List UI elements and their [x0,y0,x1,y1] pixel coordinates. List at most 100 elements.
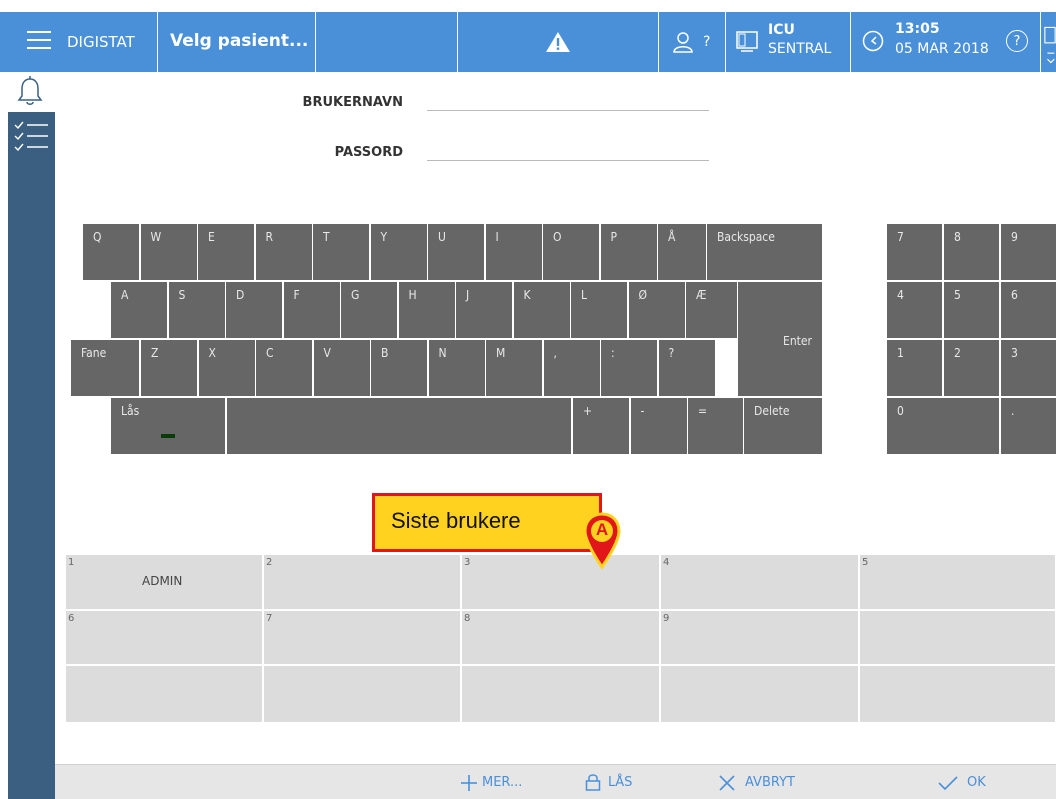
username-underline [427,110,709,111]
check-icon [938,776,958,791]
key-f[interactable]: F [282,281,341,339]
key-a[interactable]: A [110,281,168,339]
recent-user-cell[interactable] [65,665,263,723]
cell-number: 6 [68,613,75,624]
delete-key[interactable]: Delete [743,397,823,455]
cell-username: ADMIN [142,574,183,588]
key-h[interactable]: H [397,281,456,339]
backspace-key[interactable]: Backspace [706,223,823,281]
cell-number: 2 [266,557,273,568]
recent-user-cell[interactable]: 4 [660,554,859,610]
recent-user-cell[interactable] [859,610,1056,665]
recent-user-cell[interactable]: 8 [461,610,660,665]
numpad-key-0[interactable]: 0 [886,397,1000,455]
key-symbol[interactable]: : [600,339,658,397]
key-e[interactable]: E [197,223,255,281]
key-r[interactable]: R [254,223,313,281]
numpad-key-6[interactable]: 6 [1000,281,1056,339]
key-label: 6 [1011,288,1018,302]
plus-icon [461,775,477,791]
password-field[interactable] [427,136,709,160]
key-c[interactable]: C [255,339,313,397]
key-label: K [523,288,531,302]
recent-user-cell[interactable]: 9 [660,610,859,665]
space-key[interactable] [226,397,572,455]
key-label: 3 [1011,346,1018,360]
key-label: 4 [897,288,904,302]
cell-number: 4 [663,557,670,568]
key-i[interactable]: I [484,223,543,281]
key-symbol-0[interactable]: + [572,397,630,455]
key-n[interactable]: N [427,339,486,397]
close-icon [719,775,735,791]
recent-user-cell[interactable] [859,665,1056,723]
recent-user-cell[interactable] [660,665,859,723]
key-symbol[interactable]: ? [657,339,716,397]
key-b[interactable]: B [370,339,428,397]
key-label: M [496,346,506,360]
numpad-key-5[interactable]: 5 [943,281,1000,339]
key-p[interactable]: P [599,223,658,281]
help-button[interactable]: ? [1006,30,1028,52]
recent-user-cell[interactable]: 1 ADMIN [65,554,263,610]
key-symbol-2[interactable]: = [687,397,745,455]
key-q[interactable]: Q [82,223,140,281]
key-t[interactable]: T [312,223,370,281]
key-d[interactable]: D [225,281,283,339]
enter-key[interactable]: Enter [737,281,823,397]
numpad-key-dot[interactable]: . [1000,397,1056,455]
key-label: B [381,346,389,360]
key-label: V [323,346,331,360]
key-label: S [178,288,186,302]
numpad-key-2[interactable]: 2 [943,339,1000,397]
key-s[interactable]: S [167,281,226,339]
lock-key[interactable]: Lås [110,397,226,455]
key-u[interactable]: U [427,223,485,281]
key-ø[interactable]: Ø [627,281,686,339]
key-label: . [1011,404,1015,418]
lock-icon [585,774,601,791]
numpad-key-9[interactable]: 9 [1000,223,1056,281]
key-y[interactable]: Y [369,223,428,281]
key-label: T [323,230,330,244]
key-z[interactable]: Z [140,339,198,397]
recent-user-cell[interactable] [263,665,461,723]
recent-user-cell[interactable]: 7 [263,610,461,665]
cell-number: 9 [663,613,670,624]
key-symbol[interactable]: , [542,339,601,397]
recent-user-cell[interactable] [461,665,660,723]
key-v[interactable]: V [312,339,371,397]
key-label: Y [380,230,388,244]
key-æ[interactable]: Æ [685,281,743,339]
numpad-key-4[interactable]: 4 [886,281,943,339]
bell-icon[interactable] [17,76,43,106]
key-k[interactable]: K [512,281,571,339]
lock-label: LÅS [608,775,633,790]
key-l[interactable]: L [570,281,628,339]
recent-user-cell[interactable]: 3 [461,554,660,610]
recent-user-cell[interactable]: 6 [65,610,263,665]
key-x[interactable]: X [197,339,256,397]
key-j[interactable]: J [455,281,513,339]
key-label: 7 [897,230,904,244]
recent-user-cell[interactable]: 5 [859,554,1056,610]
checklist-icon[interactable] [12,116,52,156]
key-w[interactable]: W [139,223,198,281]
more-label: MER... [482,775,523,790]
recent-user-cell[interactable]: 2 [263,554,461,610]
username-field[interactable] [427,86,709,110]
numpad-key-8[interactable]: 8 [943,223,1000,281]
key-label: X [208,346,216,360]
key-g[interactable]: G [340,281,398,339]
numpad-key-1[interactable]: 1 [886,339,943,397]
key-label: 8 [954,230,961,244]
key-symbol-1[interactable]: - [629,397,688,455]
key-m[interactable]: M [485,339,543,397]
key-o[interactable]: O [542,223,600,281]
numpad-key-3[interactable]: 3 [1000,339,1056,397]
numpad-key-7[interactable]: 7 [886,223,943,281]
workstation-icon [736,31,758,52]
divider [1040,12,1041,72]
tab-key[interactable]: Fane [70,339,140,397]
key-label: Z [151,346,159,360]
